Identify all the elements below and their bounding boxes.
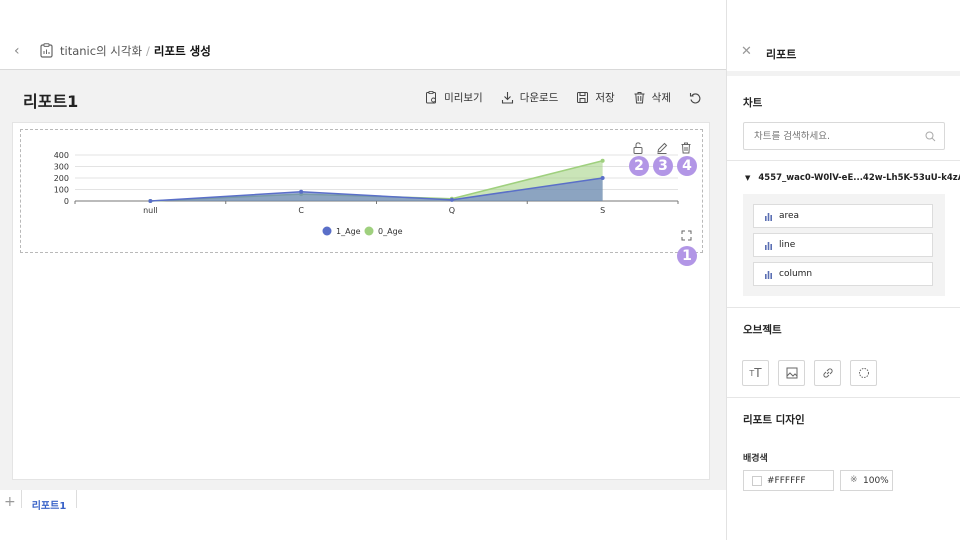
download-icon (501, 92, 513, 104)
point-1_Age (299, 189, 304, 194)
expand-icon[interactable] (681, 230, 692, 241)
badge-1: 1 (677, 246, 697, 266)
save-label: 저장 (595, 92, 615, 104)
refresh-button[interactable] (689, 91, 702, 104)
section-divider (727, 160, 960, 161)
chart-section-title: 차트 (743, 97, 763, 109)
tab-report1[interactable]: 리포트1 (21, 490, 77, 512)
edit-icon[interactable] (655, 140, 669, 154)
preview-icon (426, 91, 437, 104)
dataset-tree-node[interactable]: ▼ 4557_wac0-W0lV-eE...42w-Lh5K-53uU-k4zA (745, 173, 960, 183)
search-icon[interactable] (925, 131, 936, 142)
delete-button[interactable]: 삭제 (633, 90, 671, 105)
text-icon[interactable]: TT (742, 360, 769, 386)
breadcrumb-parent[interactable]: titanic의 시각화 (60, 44, 142, 58)
design-section-title: 리포트 디자인 (743, 414, 805, 426)
page-tab-bar: + 리포트1 (0, 490, 726, 540)
report-side-panel: ✕ 리포트 차트 ▼ 4557_wac0-W0lV-eE...42w-Lh5K-5… (726, 0, 960, 540)
save-button[interactable]: 저장 (576, 90, 615, 105)
background-color-field[interactable]: #FFFFFF (743, 470, 834, 491)
download-button[interactable]: 다운로드 (501, 90, 559, 105)
y-tick-label: 0 (64, 197, 69, 206)
point-1_Age (600, 176, 605, 180)
report-canvas[interactable]: 400 300 200 100 0 null C Q S 1_Age 0_Age 2 3 4 1 (12, 122, 710, 480)
report-title[interactable]: 리포트1 (23, 88, 78, 112)
chart-search-input[interactable] (754, 131, 914, 142)
legend-label: 0_Age (378, 227, 403, 236)
preview-label: 미리보기 (444, 92, 483, 104)
report-clipboard-icon (40, 43, 53, 58)
chart-item-label: area (779, 211, 800, 221)
save-icon (577, 92, 589, 103)
refresh-icon (689, 93, 701, 104)
dataset-name: 4557_wac0-W0lV-eE...42w-Lh5K-53uU-k4zA (758, 173, 960, 183)
legend-marker (322, 226, 332, 236)
badge-3: 3 (653, 156, 673, 176)
link-icon[interactable] (814, 360, 841, 386)
unlock-icon[interactable] (631, 140, 645, 154)
legend-marker (364, 226, 374, 236)
chart-item-label: column (779, 269, 813, 279)
chart-item-line[interactable]: line (753, 233, 933, 257)
point-1_Age (449, 197, 454, 202)
x-tick-label: C (298, 206, 304, 215)
chart-list: area line column (743, 194, 945, 296)
shape-icon[interactable] (850, 360, 877, 386)
point-1_Age (148, 199, 153, 203)
bar-chart-icon (765, 242, 772, 250)
y-tick-label: 400 (54, 151, 69, 160)
y-tick-label: 300 (54, 163, 69, 172)
bar-chart-icon (765, 213, 772, 221)
breadcrumb: titanic의 시각화 / 리포트 생성 (60, 43, 211, 59)
breadcrumb-current: 리포트 생성 (153, 44, 211, 58)
area-chart: 400 300 200 100 0 null C Q S 1_Age 0_Age (54, 151, 679, 236)
chart-widget[interactable]: 400 300 200 100 0 null C Q S 1_Age 0_Age 2 3 4 1 (20, 129, 703, 266)
chart-item-area[interactable]: area (753, 204, 933, 228)
opacity-field[interactable]: ※ 100% (840, 470, 893, 491)
bar-chart-icon (765, 271, 772, 279)
object-toolbar: TT (742, 360, 877, 386)
report-editor: 리포트1 미리보기 다운로드 저장 삭제 400 300 200 100 0 n… (0, 70, 726, 490)
download-label: 다운로드 (519, 92, 559, 104)
legend-label: 1_Age (336, 227, 361, 236)
delete-label: 삭제 (651, 92, 671, 104)
badge-2: 2 (629, 156, 649, 176)
y-tick-label: 200 (54, 174, 69, 183)
opacity-value: 100% (863, 476, 889, 486)
app-window: ‹ titanic의 시각화 / 리포트 생성 리포트1 미리보기 다운로드 저… (0, 0, 960, 540)
add-page-button[interactable]: + (4, 494, 16, 510)
report-toolbar: 미리보기 다운로드 저장 삭제 (425, 90, 702, 105)
trash-icon[interactable] (679, 140, 693, 154)
panel-title: 리포트 (766, 48, 797, 61)
color-swatch[interactable] (752, 476, 762, 486)
preview-button[interactable]: 미리보기 (425, 90, 483, 105)
y-tick-label: 100 (54, 186, 69, 195)
point-0_Age (600, 158, 605, 163)
widget-actions (631, 140, 693, 154)
badge-4: 4 (677, 156, 697, 176)
image-icon[interactable] (778, 360, 805, 386)
section-divider (727, 307, 960, 308)
background-color-value: #FFFFFF (767, 476, 806, 486)
x-tick-label: null (143, 206, 158, 215)
chart-search[interactable] (743, 122, 945, 150)
header-bar: ‹ titanic의 시각화 / 리포트 생성 (0, 0, 726, 70)
panel-header: ✕ 리포트 (727, 0, 960, 76)
x-tick-label: Q (449, 206, 455, 215)
caret-down-icon: ▼ (745, 174, 751, 182)
trash-icon (634, 92, 645, 104)
back-icon[interactable]: ‹ (14, 43, 20, 59)
breadcrumb-separator: / (146, 44, 150, 58)
section-divider (727, 397, 960, 398)
background-color-label: 배경색 (743, 454, 768, 464)
x-tick-label: S (600, 206, 605, 215)
chart-item-label: line (779, 240, 796, 250)
opacity-icon: ※ (850, 475, 858, 485)
close-icon[interactable]: ✕ (741, 44, 752, 59)
object-section-title: 오브젝트 (743, 324, 782, 336)
chart-item-column[interactable]: column (753, 262, 933, 286)
